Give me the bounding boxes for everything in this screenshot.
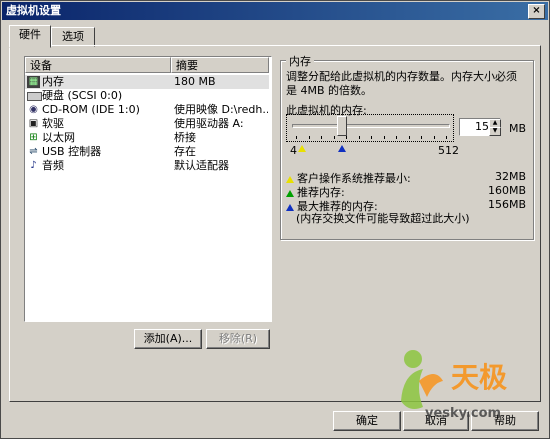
watermark-site: yesky.com — [425, 406, 501, 421]
slider-tick — [309, 136, 310, 139]
virtual-machine-settings-window: 虚拟机设置 × 硬件 选项 设备 摘要 ▦ 内存 180 MB 硬盘 (SCSI… — [0, 0, 550, 439]
swap-note: (内存交换文件可能导致超过此大小) — [296, 212, 470, 225]
yellow-triangle-icon — [286, 175, 294, 183]
device-summary: 使用映像 D:\redh... — [174, 103, 268, 116]
recommended-min-marker-icon — [298, 145, 306, 152]
memory-slider-focus — [286, 114, 454, 142]
column-header-device[interactable]: 设备 — [25, 57, 171, 73]
memory-description-line2: 是 4MB 的倍数。 — [286, 84, 373, 97]
slider-tick — [446, 136, 447, 139]
remove-device-button[interactable]: 移除(R) — [206, 329, 270, 349]
slider-tick — [421, 136, 422, 139]
legend-value: 160MB — [487, 184, 526, 197]
slider-tick — [346, 136, 347, 139]
device-summary: 存在 — [174, 145, 196, 158]
slider-tick — [371, 136, 372, 139]
memory-unit-label: MB — [509, 122, 527, 135]
watermark-brand: 天极 — [451, 361, 507, 394]
column-header-summary[interactable]: 摘要 — [171, 57, 269, 73]
green-triangle-icon — [286, 189, 294, 197]
tab-hardware[interactable]: 硬件 — [9, 25, 51, 48]
window-title: 虚拟机设置 — [6, 4, 61, 17]
device-name: CD-ROM (IDE 1:0) — [42, 103, 140, 116]
device-row-ethernet[interactable]: ⊞ 以太网 桥接 — [25, 131, 269, 145]
device-summary: 使用驱动器 A: — [174, 117, 244, 130]
device-row-memory[interactable]: ▦ 内存 180 MB — [25, 75, 269, 89]
device-name: 软驱 — [42, 117, 64, 130]
device-row-usb[interactable]: ⇌ USB 控制器 存在 — [25, 145, 269, 159]
spin-down-button[interactable]: ▼ — [489, 127, 501, 136]
slider-tick — [334, 136, 335, 139]
slider-tick — [434, 136, 435, 139]
usb-icon: ⇌ — [29, 146, 38, 157]
device-list[interactable]: 设备 摘要 ▦ 内存 180 MB 硬盘 (SCSI 0:0) ◉ CD-ROM… — [24, 56, 272, 322]
max-recommended-marker-icon — [338, 145, 346, 152]
device-summary: 桥接 — [174, 131, 196, 144]
device-name: 硬盘 (SCSI 0:0) — [42, 89, 123, 102]
memory-slider-thumb[interactable] — [337, 116, 347, 136]
cdrom-icon: ◉ — [29, 104, 38, 115]
floppy-icon: ▣ — [28, 118, 39, 129]
device-row-hard-disk[interactable]: 硬盘 (SCSI 0:0) — [25, 89, 269, 103]
device-name: USB 控制器 — [42, 145, 102, 158]
device-row-cdrom[interactable]: ◉ CD-ROM (IDE 1:0) 使用映像 D:\redh... — [25, 103, 269, 117]
device-row-audio[interactable]: ♪ 音频 默认适配器 — [25, 159, 269, 173]
yesky-watermark-logo: 天极 yesky.com — [401, 350, 507, 421]
device-summary: 默认适配器 — [174, 159, 229, 172]
tab-options[interactable]: 选项 — [51, 27, 95, 47]
blue-triangle-icon — [286, 203, 294, 211]
slider-tick — [384, 136, 385, 139]
add-device-button[interactable]: 添加(A)... — [134, 329, 202, 349]
network-icon: ⊞ — [29, 132, 38, 143]
memory-group-label: 内存 — [286, 53, 314, 69]
device-summary: 180 MB — [174, 75, 216, 88]
audio-icon: ♪ — [30, 160, 37, 171]
device-name: 内存 — [42, 75, 64, 88]
device-name: 音频 — [42, 159, 64, 172]
title-bar: 虚拟机设置 × — [2, 2, 548, 20]
slider-tick — [321, 136, 322, 139]
device-row-floppy[interactable]: ▣ 软驱 使用驱动器 A: — [25, 117, 269, 131]
close-button[interactable]: × — [528, 4, 545, 19]
slider-max-label: 512 — [438, 144, 459, 157]
memory-slider-track[interactable] — [292, 124, 450, 128]
slider-tick — [409, 136, 410, 139]
slider-min-label: 4 — [290, 144, 297, 157]
hard-disk-icon — [27, 92, 42, 101]
slider-tick — [296, 136, 297, 139]
ok-button[interactable]: 确定 — [333, 411, 401, 431]
slider-tick — [396, 136, 397, 139]
slider-tick — [359, 136, 360, 139]
legend-value: 32MB — [494, 170, 526, 183]
device-name: 以太网 — [42, 131, 75, 144]
memory-icon: ▦ — [27, 76, 40, 88]
legend-value: 156MB — [487, 198, 526, 211]
